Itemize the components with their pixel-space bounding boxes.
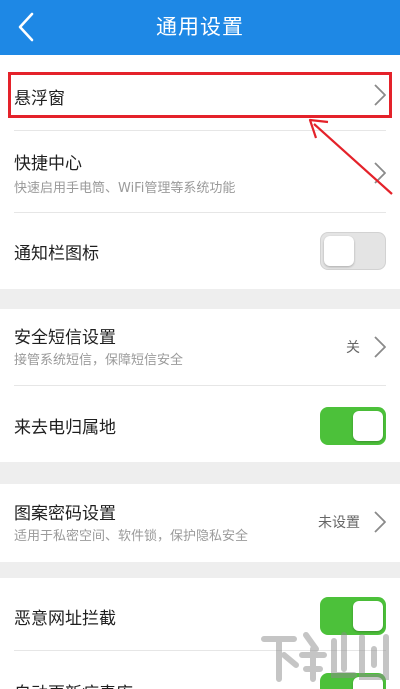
setting-label: 快捷中心: [14, 154, 82, 174]
setting-subtitle: 接管系统短信，保障短信安全: [14, 353, 184, 368]
toggle-knob: [353, 411, 383, 441]
setting-label: 图案密码设置: [14, 504, 116, 524]
setting-subtitle: 快速启用手电筒、WiFi管理等系统功能: [14, 181, 236, 196]
setting-value: 关: [346, 340, 360, 356]
setting-notification-icon[interactable]: 通知栏图标: [0, 213, 400, 289]
setting-label: 自动更新病毒库: [14, 679, 133, 689]
page-title: 通用设置: [156, 15, 244, 39]
setting-label: 来去电归属地: [14, 418, 116, 438]
notification-icon-toggle[interactable]: [320, 232, 386, 270]
section-gap: [0, 462, 400, 484]
setting-label: 恶意网址拦截: [14, 609, 116, 629]
section-gap: [0, 562, 400, 578]
annotation-arrow-icon: [308, 118, 393, 195]
setting-label: 通知栏图标: [14, 244, 99, 264]
setting-subtitle: 适用于私密空间、软件锁，保护隐私安全: [14, 529, 249, 544]
toggle-knob: [324, 236, 354, 266]
caller-location-toggle[interactable]: [320, 407, 386, 445]
section-gap: [0, 289, 400, 309]
setting-value: 未设置: [318, 515, 360, 531]
app-header: 通用设置: [0, 0, 400, 55]
chevron-right-icon: [374, 511, 386, 533]
watermark-logo: [261, 632, 389, 682]
setting-pattern-password[interactable]: 图案密码设置 适用于私密空间、软件锁，保护隐私安全 未设置: [0, 484, 400, 562]
setting-security-sms[interactable]: 安全短信设置 接管系统短信，保障短信安全 关: [0, 309, 400, 385]
setting-label: 安全短信设置: [14, 328, 116, 348]
setting-caller-location[interactable]: 来去电归属地: [0, 386, 400, 462]
chevron-right-icon: [374, 336, 386, 358]
